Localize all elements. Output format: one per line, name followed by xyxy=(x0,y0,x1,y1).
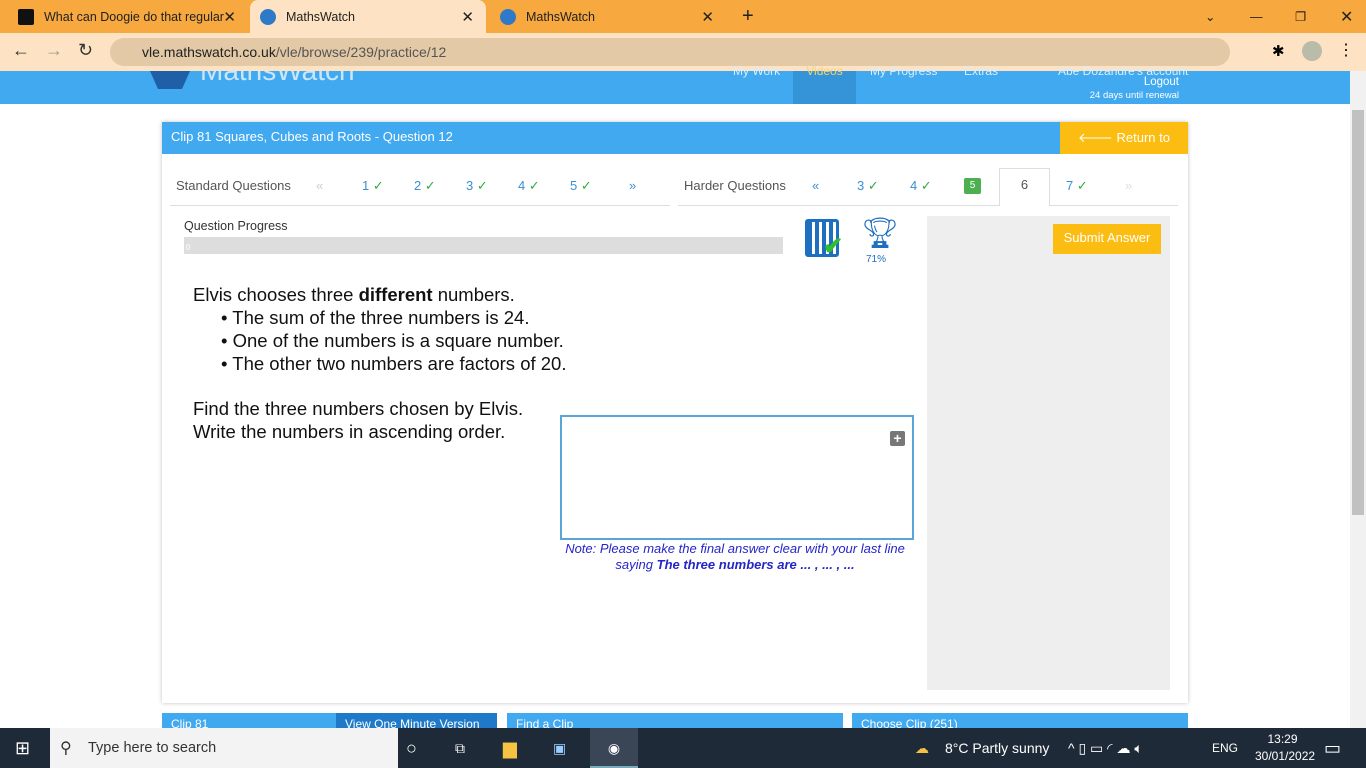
nav-my-work[interactable]: My Work xyxy=(725,65,788,104)
profile-avatar[interactable] xyxy=(1302,41,1322,61)
trophy-percent: 71% xyxy=(866,254,887,265)
file-explorer-icon[interactable]: ▆ xyxy=(503,728,517,768)
check-icon: ✓ xyxy=(476,178,488,193)
harder-prev[interactable]: « xyxy=(812,172,819,199)
harder-q4[interactable]: 4 ✓ xyxy=(910,172,932,199)
search-icon: ⚲ xyxy=(60,740,72,757)
check-icon: ✓ xyxy=(528,178,540,193)
new-tab-button[interactable]: + xyxy=(732,0,764,33)
tab-search-icon[interactable]: ⌄ xyxy=(1195,0,1225,33)
trophy-icon: 🏆︎ xyxy=(861,217,900,250)
task-view-icon[interactable]: ⧉ xyxy=(455,728,465,768)
progress-value: 0 xyxy=(186,243,191,252)
find-clip-panel[interactable]: Find a Clip xyxy=(507,713,843,728)
logout-link[interactable]: Logout xyxy=(1100,76,1179,88)
tab-favicon-icon xyxy=(500,8,516,25)
standard-q3[interactable]: 3 ✓ xyxy=(466,172,488,199)
instruction: Write the numbers in ascending order. xyxy=(193,421,506,442)
standard-questions-label: Standard Questions xyxy=(176,178,291,193)
site-logo[interactable]: MathsWatch xyxy=(200,71,355,86)
standard-q2[interactable]: 2 ✓ xyxy=(414,172,436,199)
harder-next[interactable]: » xyxy=(1125,172,1132,199)
menu-icon[interactable]: ⋮ xyxy=(1338,40,1354,60)
return-to-videos-button[interactable]: 🡐 Return to Videos xyxy=(1060,122,1188,176)
submit-answer-button[interactable]: Submit Answer xyxy=(1053,224,1161,254)
divider xyxy=(678,205,1178,206)
choose-clip-panel[interactable]: Choose Clip (251) xyxy=(852,713,1188,728)
check-icon: ✓ xyxy=(920,178,932,193)
check-icon: ✓ xyxy=(580,178,592,193)
browser-tab-bar: What can Doogie do that regular ✕ MathsWa… xyxy=(0,0,1366,33)
taskbar-search[interactable]: Type here to search xyxy=(50,728,398,768)
bullet: • The other two numbers are factors of 2… xyxy=(221,353,567,374)
tab-label: What can Doogie do that regular xyxy=(44,9,224,24)
close-tab-icon[interactable]: ✕ xyxy=(461,8,474,26)
check-icon: ✓ xyxy=(372,178,384,193)
harder-q7[interactable]: 7 ✓ xyxy=(1066,172,1088,199)
question-text: Elvis chooses three different numbers. •… xyxy=(193,284,567,442)
standard-q4[interactable]: 4 ✓ xyxy=(518,172,540,199)
card-title: Clip 81 Squares, Cubes and Roots - Quest… xyxy=(162,122,1188,154)
back-icon[interactable]: ← xyxy=(12,40,30,61)
plus-icon[interactable]: + xyxy=(890,431,905,446)
check-icon: ✓ xyxy=(424,178,436,193)
scrollbar-thumb[interactable] xyxy=(1352,110,1364,515)
divider xyxy=(170,205,670,206)
windows-start-icon[interactable]: ⊞ xyxy=(15,728,30,768)
language-indicator[interactable]: ENG xyxy=(1212,728,1238,768)
bullet: • The sum of the three numbers is 24. xyxy=(221,307,530,328)
answer-note: Note: Please make the final answer clear… xyxy=(565,541,905,572)
close-window-button[interactable]: ✕ xyxy=(1330,0,1363,33)
extensions-icon[interactable]: ✱ xyxy=(1272,42,1285,60)
cortana-icon[interactable]: ○ xyxy=(406,728,417,768)
one-minute-version-button[interactable]: View One Minute Version xyxy=(336,713,497,728)
weather-text[interactable]: 8°C Partly sunny xyxy=(945,728,1049,768)
harder-q6-active[interactable]: 6 xyxy=(999,168,1050,206)
tab-label: MathsWatch xyxy=(526,9,596,24)
browser-tab[interactable]: What can Doogie do that regular ✕ xyxy=(8,0,248,33)
tab-favicon-icon xyxy=(260,8,276,25)
standard-q5[interactable]: 5 ✓ xyxy=(570,172,592,199)
standard-q1[interactable]: 1 ✓ xyxy=(362,172,384,199)
standard-next[interactable]: » xyxy=(629,172,636,199)
tab-label: MathsWatch xyxy=(286,9,356,24)
bullet: • One of the numbers is a square number. xyxy=(221,330,564,351)
harder-q5-badge[interactable]: 5 xyxy=(964,178,981,194)
clock[interactable]: 13:29 30/01/2022 xyxy=(1255,731,1315,765)
url-host: vle.mathswatch.co.uk xyxy=(142,44,276,60)
close-tab-icon[interactable]: ✕ xyxy=(223,8,236,26)
reload-icon[interactable]: ↻ xyxy=(78,40,93,61)
maximize-button[interactable]: ❐ xyxy=(1285,0,1316,33)
nav-videos[interactable]: Videos xyxy=(793,65,856,104)
url-path: /vle/browse/239/practice/12 xyxy=(275,44,447,60)
instruction: Find the three numbers chosen by Elvis. xyxy=(193,398,524,419)
harder-q3[interactable]: 3 ✓ xyxy=(857,172,879,199)
minimize-button[interactable]: — xyxy=(1240,0,1273,33)
harder-questions-label: Harder Questions xyxy=(684,178,786,193)
check-icon: ✓ xyxy=(1076,178,1088,193)
tray-icons[interactable]: ^ ▯ ▭ ◜ ☁ 🔈︎ xyxy=(1068,728,1143,768)
tab-favicon-icon xyxy=(18,8,34,25)
nav-extras[interactable]: Extras xyxy=(956,65,1006,104)
renewal-text: 24 days until renewal xyxy=(1089,90,1179,101)
browser-tab[interactable]: MathsWatch ✕ xyxy=(490,0,726,33)
check-icon: ✓ xyxy=(867,178,879,193)
answer-side-panel xyxy=(927,216,1170,690)
store-icon[interactable]: ▣ xyxy=(553,728,566,768)
progress-label: Question Progress xyxy=(184,219,288,233)
answer-input[interactable] xyxy=(560,415,914,540)
progress-bar: 0 xyxy=(184,237,783,254)
forward-icon[interactable]: → xyxy=(45,40,63,61)
clip-label: Clip 81 xyxy=(162,713,336,728)
nav-my-progress[interactable]: My Progress xyxy=(862,65,945,104)
standard-prev[interactable]: « xyxy=(316,172,323,199)
url-input[interactable]: vle.mathswatch.co.uk/vle/browse/239/prac… xyxy=(110,38,1230,66)
arrow-left-icon: 🡐 xyxy=(1078,130,1117,145)
notifications-icon[interactable]: ▭ xyxy=(1324,728,1341,768)
browser-tab-active[interactable]: MathsWatch ✕ xyxy=(250,0,486,33)
check-icon: ✔ xyxy=(823,233,844,260)
close-tab-icon[interactable]: ✕ xyxy=(701,8,714,26)
weather-icon: ☁ xyxy=(915,740,929,756)
chrome-icon[interactable]: ◉ xyxy=(590,728,638,768)
